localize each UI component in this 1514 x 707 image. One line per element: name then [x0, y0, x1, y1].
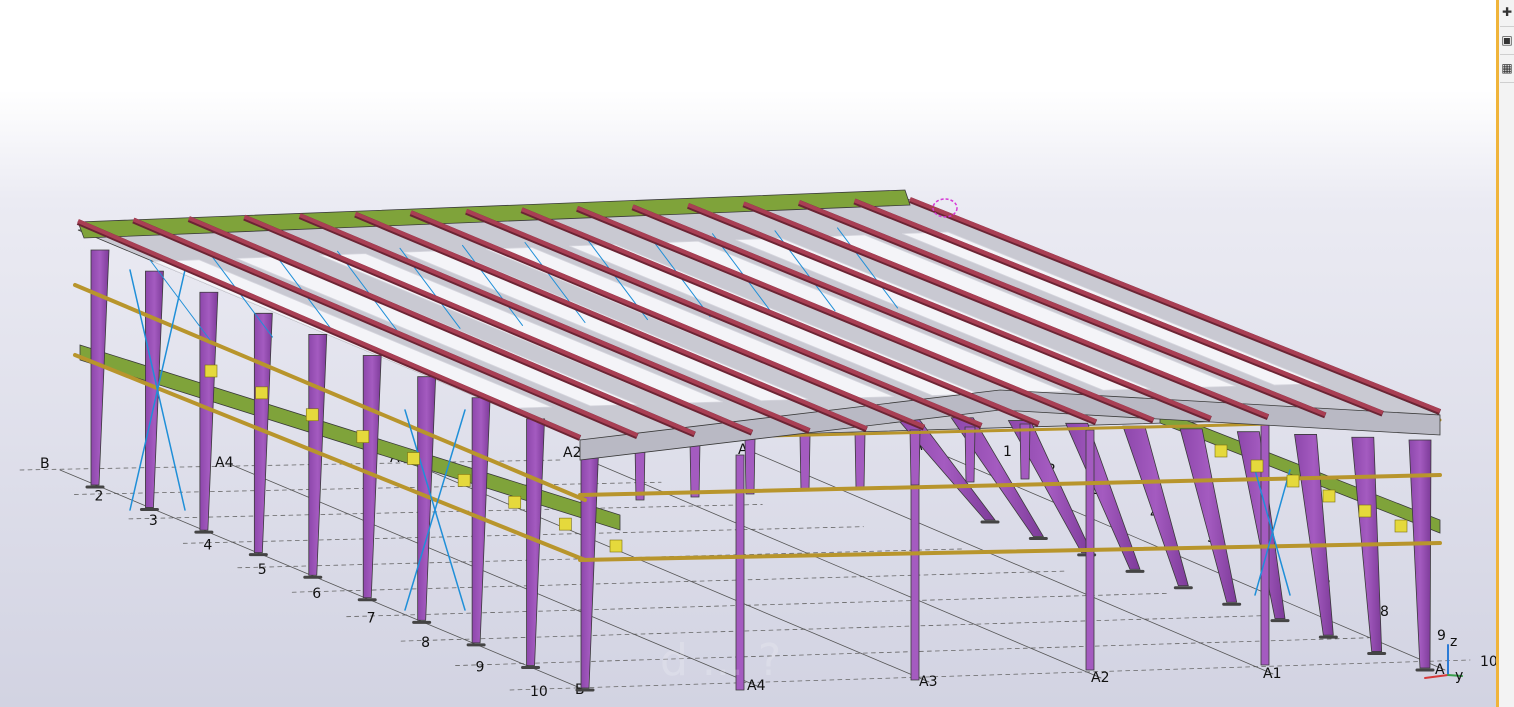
- grid-line-horizontal: [128, 504, 763, 520]
- watermark-text: d ... ?: [660, 635, 781, 686]
- toolbar-separator: [1500, 82, 1514, 83]
- grid-label-left: B: [40, 456, 50, 472]
- interior-column: [744, 438, 756, 495]
- grid-label-right: 8: [1380, 604, 1389, 620]
- grid-label-front: A1: [1263, 666, 1281, 682]
- interior-column: [689, 441, 701, 498]
- grid-label-front: A3: [919, 674, 937, 690]
- grid-line-horizontal: [346, 592, 1168, 618]
- connection-plate: [559, 517, 572, 531]
- toolbar-separator: [1500, 26, 1514, 27]
- interior-column: [854, 432, 866, 489]
- column: [1294, 434, 1334, 636]
- column: [580, 439, 600, 689]
- connection-plate: [356, 430, 370, 443]
- connection-plate: [204, 364, 218, 378]
- grid-label-left: 8: [421, 635, 430, 651]
- grid-icon[interactable]: ▦: [1501, 58, 1513, 78]
- grid-label-right: 1: [1003, 444, 1012, 460]
- interior-column: [909, 429, 921, 486]
- toolbar-separator: [1500, 54, 1514, 55]
- connection-plate: [1394, 519, 1408, 533]
- grid-label-left: 2: [94, 488, 103, 504]
- grid-label-left: 4: [203, 537, 212, 553]
- connection-plate: [1322, 489, 1336, 503]
- grid-label-left: 6: [312, 586, 321, 602]
- connection-plate: [609, 539, 623, 553]
- connection-plate: [255, 386, 268, 400]
- panel-accent-edge: [1496, 0, 1499, 707]
- column: [1179, 428, 1238, 603]
- axis-y-label: y: [1455, 668, 1463, 684]
- connection-plate: [457, 474, 471, 487]
- grid-label-left: 9: [476, 660, 485, 676]
- grid-label-right: 9: [1437, 628, 1446, 644]
- layers-icon[interactable]: ▣: [1501, 30, 1513, 50]
- grid-label-right: 10: [1480, 654, 1496, 670]
- grid-label-left: 10: [530, 684, 548, 700]
- connection-plate: [1250, 459, 1264, 473]
- grid-line-horizontal: [509, 659, 1471, 691]
- interior-column: [799, 435, 811, 492]
- grid-label-rear: A4: [215, 455, 234, 471]
- connection-plate: [305, 408, 319, 422]
- interior-column: [964, 426, 976, 483]
- right-side-toolbar: ✚ ▣ ▦: [1496, 0, 1514, 707]
- connection-plate: [1358, 504, 1372, 518]
- structure-3d-view[interactable]: B2345678910BA4A3A2A1AA4A3A2A1A1234567891…: [0, 0, 1496, 707]
- grid-label-front: A2: [1091, 670, 1109, 686]
- grid-label-rear: A2: [563, 445, 581, 461]
- model-viewport[interactable]: B2345678910BA4A3A2A1AA4A3A2A1A1234567891…: [0, 0, 1496, 707]
- grid-label-left: 5: [258, 562, 267, 578]
- axis-z-label: z: [1450, 634, 1457, 650]
- grid-line-horizontal: [291, 570, 1066, 593]
- pin-icon[interactable]: ✚: [1501, 2, 1513, 22]
- connection-plate: [407, 452, 420, 465]
- interior-column: [1019, 423, 1031, 480]
- grid-label-left: 3: [149, 513, 158, 529]
- connection-plate: [1214, 444, 1228, 458]
- connection-plate: [508, 495, 522, 509]
- grid-label-left: 7: [367, 611, 376, 627]
- connection-plate: [1286, 474, 1300, 488]
